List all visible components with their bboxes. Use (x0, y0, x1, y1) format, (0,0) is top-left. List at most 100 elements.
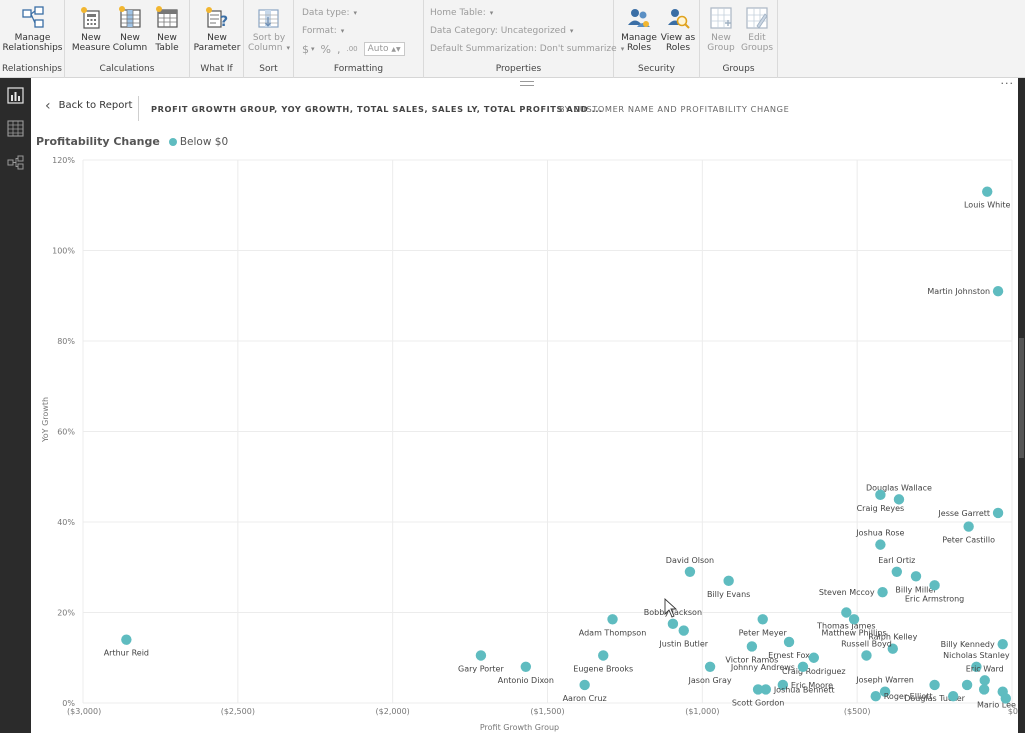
new-parameter-button[interactable]: ? New Parameter (192, 6, 242, 53)
scatter-point[interactable] (992, 507, 1004, 519)
point-label: Eric Armstrong (905, 594, 964, 603)
scatter-point[interactable] (808, 652, 820, 663)
scatter-point[interactable] (982, 186, 993, 197)
data-view-icon[interactable] (7, 120, 24, 137)
view-as-roles-icon (668, 9, 690, 29)
manage-roles-button[interactable]: Manage Roles (619, 6, 659, 53)
new-measure-label: New Measure (71, 33, 111, 53)
scatter-point[interactable] (797, 661, 809, 672)
point-label: David Olson (666, 556, 714, 565)
sort-by-column-button[interactable]: Sort by Column ▾ (246, 6, 292, 53)
new-table-button[interactable]: New Table (149, 6, 185, 53)
point-label: Eric Ward (966, 664, 1004, 673)
y-tick-label: 120% (52, 156, 75, 165)
point-label: Billy Kennedy (941, 640, 995, 649)
vertical-scrollbar[interactable] (1018, 78, 1025, 733)
scatter-point[interactable] (929, 580, 940, 591)
view-as-roles-button[interactable]: View as Roles (659, 6, 697, 53)
y-tick-label: 80% (57, 337, 75, 346)
whatif-group: ? New Parameter What If (190, 0, 244, 78)
scrollbar-thumb[interactable] (1019, 338, 1024, 458)
scatter-point[interactable] (861, 650, 872, 661)
scatter-point[interactable] (678, 625, 689, 636)
calculations-group: New Measure New Column New Table Calcula… (65, 0, 190, 78)
scatter-point[interactable] (978, 684, 990, 695)
comma-button[interactable]: , (337, 43, 341, 56)
point-label: Jesse Garrett (937, 509, 990, 518)
scatter-point[interactable] (961, 679, 973, 691)
point-label: Douglas Wallace (866, 483, 932, 492)
new-measure-icon (81, 7, 100, 29)
point-label: Louis White (964, 201, 1011, 210)
scatter-point[interactable] (121, 634, 132, 645)
scatter-point[interactable] (667, 618, 679, 630)
currency-button[interactable]: $ (302, 43, 309, 56)
scatter-point[interactable] (598, 650, 609, 661)
relationships-view-icon[interactable] (7, 154, 24, 171)
point-label: Arthur Reid (104, 649, 149, 658)
scatter-point[interactable] (684, 566, 696, 577)
scatter-point[interactable] (475, 650, 487, 661)
home-table-chevron-icon: ▾ (489, 9, 494, 17)
scatter-point[interactable] (870, 691, 881, 702)
sort-by-column-icon (258, 9, 279, 28)
scatter-point[interactable] (877, 586, 888, 598)
scatter-point[interactable] (891, 566, 903, 577)
scatter-point[interactable] (963, 521, 974, 532)
edit-groups-button[interactable]: Edit Groups (739, 6, 775, 53)
default-summarization-label: Default Summarization: Don't summarize (430, 44, 617, 54)
new-column-button[interactable]: New Column (111, 6, 149, 53)
properties-group: Home Table: ▾ Data Category: Uncategorize… (424, 0, 624, 78)
report-view-icon[interactable] (7, 87, 24, 104)
scatter-point[interactable] (783, 636, 795, 648)
properties-group-label: Properties (495, 64, 542, 74)
x-tick-label: ($1,000) (685, 707, 719, 716)
decimal-auto-field[interactable]: Auto ▲▼ (363, 42, 405, 56)
percent-button[interactable]: % (321, 43, 331, 56)
manage-relationships-label: Manage Relationships (2, 33, 63, 53)
decimal-places-icon[interactable]: .00 (346, 45, 357, 53)
new-column-icon (119, 6, 141, 28)
new-table-label: New Table (155, 33, 179, 53)
scatter-point[interactable] (875, 489, 886, 501)
format-dropdown[interactable]: Format: ▾ (302, 26, 344, 36)
scatter-chart: 0%20%40%60%80%100%120%($3,000) ($2,500) ($… (41, 156, 1018, 732)
svg-text:?: ? (220, 14, 228, 30)
data-type-dropdown[interactable]: Data type: ▾ (302, 8, 357, 18)
format-chevron-icon: ▾ (340, 27, 345, 35)
edit-groups-icon (746, 7, 768, 29)
scatter-point[interactable] (929, 679, 940, 691)
home-table-dropdown[interactable]: Home Table: ▾ (430, 8, 493, 18)
scatter-point[interactable] (875, 539, 886, 550)
default-summarization-dropdown[interactable]: Default Summarization: Don't summarize ▾ (430, 44, 624, 54)
scatter-point[interactable] (607, 614, 618, 625)
scatter-point[interactable] (746, 641, 758, 652)
scatter-point[interactable] (992, 286, 1004, 297)
scatter-point[interactable] (910, 571, 922, 582)
scatter-point[interactable] (757, 614, 768, 625)
new-measure-button[interactable]: New Measure (71, 6, 111, 53)
scatter-point[interactable] (1000, 693, 1012, 704)
data-category-dropdown[interactable]: Data Category: Uncategorized ▾ (430, 26, 573, 36)
point-label: Joshua Rose (855, 529, 904, 538)
point-label: Adam Thompson (579, 628, 647, 637)
point-label: Johnny Andrews (730, 663, 795, 672)
scatter-point[interactable] (979, 675, 990, 686)
y-tick-label: 60% (57, 428, 75, 437)
new-group-button[interactable]: New Group (703, 6, 739, 53)
scatter-point[interactable] (723, 575, 734, 587)
scatter-point[interactable] (848, 614, 860, 625)
currency-chevron-icon[interactable]: ▾ (311, 45, 315, 53)
scatter-point[interactable] (997, 638, 1008, 650)
point-label: Aaron Cruz (563, 694, 607, 703)
scatter-point[interactable] (579, 679, 590, 691)
scatter-point[interactable] (752, 684, 764, 695)
manage-roles-label: Manage Roles (621, 33, 657, 53)
x-tick-label: ($2,000) (376, 707, 410, 716)
data-category-label: Data Category: Uncategorized (430, 26, 566, 36)
scatter-point[interactable] (947, 691, 959, 702)
manage-relationships-button[interactable]: Manage Relationships (2, 6, 63, 53)
scatter-point[interactable] (704, 661, 716, 672)
data-type-label: Data type: (302, 8, 350, 18)
scatter-point[interactable] (520, 661, 532, 672)
